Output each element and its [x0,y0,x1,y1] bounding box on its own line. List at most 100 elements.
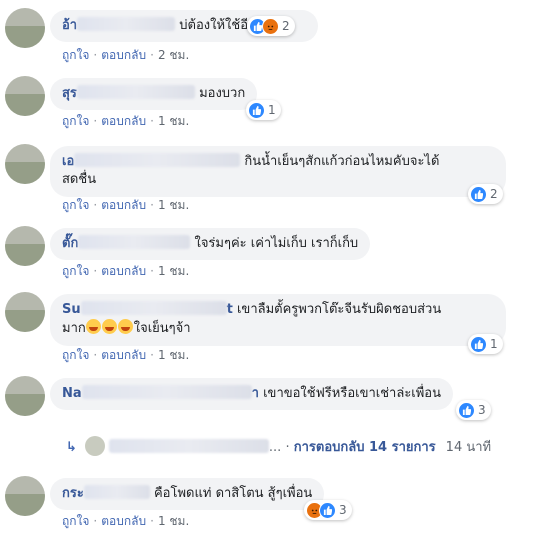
like-link[interactable]: ถูกใจ [62,198,89,212]
avatar[interactable] [5,226,45,266]
timestamp[interactable]: 1 ชม. [158,514,189,528]
like-reaction-icon [458,401,475,419]
comment-text: เขาลืมตั้ครูพวกโต๊ะจีนรับผิดชอบส่วน [236,302,442,317]
reply-ellipsis: ... [268,440,282,455]
reaction-summary[interactable]: 2 [247,16,295,36]
reaction-summary[interactable]: 1 [468,334,503,354]
comment-author[interactable]: เอ [62,154,74,169]
comment-bubble: สุร มองบวก [50,78,258,110]
avatar[interactable] [5,76,45,116]
timestamp[interactable]: 1 ชม. [158,348,189,362]
blurred-name [77,17,176,31]
comment-actions: ถูกใจ · ตอบกลับ · 1 ชม. [62,262,189,281]
separator-dot: · [150,348,154,362]
replies-time: 14 นาที [445,440,492,455]
reaction-count: 3 [339,503,347,517]
reaction-count: 1 [490,337,498,351]
comment-actions: ถูกใจ · ตอบกลับ · 1 ชม. [62,112,189,131]
separator-dot: · [150,198,154,212]
comment-text: กินน้ำเย็นๆสักแก้วก่อนไหมคับจะได้ [244,154,440,169]
like-reaction-icon [319,501,336,519]
comment-text: ใจร่มๆค่ะ เค่าไม่เก็บ เราก็เก็บ [194,236,359,251]
separator-dot: · [150,114,154,128]
comment-author[interactable]: ตั๊ก [62,236,78,251]
comment-text-line2: สดชื่น [62,172,97,187]
blurred-name [108,439,269,453]
timestamp[interactable]: 1 ชม. [158,114,189,128]
angry-reaction-icon [262,17,279,35]
timestamp[interactable]: 1 ชม. [158,264,189,278]
comment-bubble: เอ กินน้ำเย็นๆสักแก้วก่อนไหมคับจะได้ สดช… [50,146,506,197]
like-link[interactable]: ถูกใจ [62,514,89,528]
timestamp[interactable]: 2 ชม. [158,48,189,62]
like-link[interactable]: ถูกใจ [62,48,89,62]
like-reaction-icon [470,185,487,203]
comment-author[interactable]: อ้า [62,18,77,33]
reaction-count: 2 [490,187,498,201]
like-link[interactable]: ถูกใจ [62,114,89,128]
blurred-name [78,235,191,249]
comment-author-tail: า [251,386,259,401]
blurred-name [80,301,227,315]
comment-text: คือโพดแท่ ดาสิโตน สู้ๆเพื่อน [153,486,313,501]
grinning-face-emoji-icon [85,319,101,334]
separator-dot: · [93,48,98,62]
like-reaction-icon [470,335,487,353]
comment-bubble: ตั๊ก ใจร่มๆค่ะ เค่าไม่เก็บ เราก็เก็บ [50,228,371,260]
reaction-count: 2 [282,19,290,33]
avatar[interactable] [5,376,45,416]
comment-actions: ถูกใจ · ตอบกลับ · 1 ชม. [62,512,189,531]
reaction-count: 1 [268,103,276,117]
comment-actions: ถูกใจ · ตอบกลับ · 2 ชม. [62,46,189,65]
reply-avatar [84,436,105,456]
comment-author[interactable]: Na [62,386,82,401]
reply-link[interactable]: ตอบกลับ [101,114,146,128]
separator-dot: · [93,514,98,528]
avatar[interactable] [5,144,45,184]
reaction-summary[interactable]: 2 [468,184,503,204]
separator-dot: · [93,114,98,128]
comment-author-tail: t [226,302,233,317]
reaction-summary[interactable]: 3 [304,500,352,520]
separator-dot: · [150,264,154,278]
comment-bubble: Na า เขาขอใช้ฟรีหรือเขาเช่าล่ะเพื่อน [50,378,454,410]
comment-bubble: กระ คือโพดแท่ ดาสิโตน สู้ๆเพื่อน [50,478,325,510]
reply-link[interactable]: ตอบกลับ [101,348,146,362]
reply-link[interactable]: ตอบกลับ [101,514,146,528]
comment-author[interactable]: Su [62,302,81,317]
view-replies-link[interactable]: ↳... · การตอบกลับ 14 รายการ 14 นาที [66,436,491,457]
comment-text: เขาขอใช้ฟรีหรือเขาเช่าล่ะเพื่อน [263,386,442,401]
avatar[interactable] [5,476,45,516]
separator-dot: · [150,48,154,62]
separator-dot: · [93,264,98,278]
replies-count-link[interactable]: การตอบกลับ 14 รายการ [294,440,436,455]
reaction-summary[interactable]: 3 [456,400,491,420]
reaction-count: 3 [478,403,486,417]
separator-dot: · [150,514,154,528]
blurred-name [76,85,195,99]
timestamp[interactable]: 1 ชม. [158,198,189,212]
separator-dot: · [93,198,98,212]
comment-text: บ่ต้องให้ใช้อีก [179,18,256,33]
grinning-face-emoji-icon [101,319,117,334]
comment-actions: ถูกใจ · ตอบกลับ · 1 ชม. [62,196,189,215]
grinning-face-emoji-icon [117,319,133,334]
blurred-name [83,485,150,499]
comment-actions: ถูกใจ · ตอบกลับ · 1 ชม. [62,346,189,365]
avatar[interactable] [5,292,45,332]
avatar[interactable] [5,8,45,48]
comment-author[interactable]: สุร [62,86,77,101]
reply-link[interactable]: ตอบกลับ [101,48,146,62]
like-link[interactable]: ถูกใจ [62,264,89,278]
like-link[interactable]: ถูกใจ [62,348,89,362]
reply-arrow-icon: ↳ [66,440,77,455]
reaction-summary[interactable]: 1 [246,100,281,120]
reply-link[interactable]: ตอบกลับ [101,198,146,212]
like-reaction-icon [248,101,265,119]
comment-text: มองบวก [199,86,246,101]
comment-text-line2: ใจเย็นๆจ้า [133,321,191,336]
comment-author[interactable]: กระ [62,486,84,501]
comment-bubble: Su t เขาลืมตั้ครูพวกโต๊ะจีนรับผิดชอบส่วน … [50,294,506,346]
comment-text-line2-start: มาก [62,321,86,336]
reply-link[interactable]: ตอบกลับ [101,264,146,278]
